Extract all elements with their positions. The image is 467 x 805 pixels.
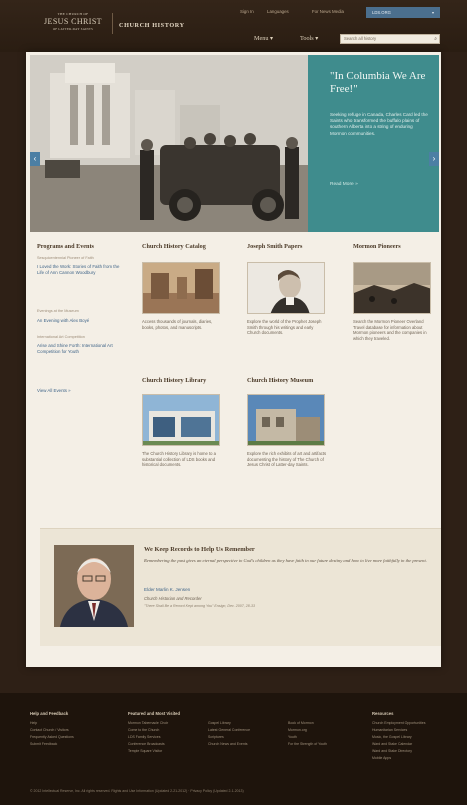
footer-link[interactable]: Contact Church / Visitors [30,728,69,732]
chevron-right-icon: » [68,388,71,393]
lds-org-button[interactable]: LDS.ORG ▾ [366,7,440,18]
footer-link[interactable]: Conference Broadcasts [128,742,165,746]
card-description: Explore the world of the Prophet Joseph … [247,319,322,336]
news-media-link[interactable]: For News Media [312,9,344,14]
logo-line3: OF LATTER-DAY SAINTS [52,27,94,32]
footer-link[interactable]: Latest General Conference [208,728,250,732]
nav-tools-label: Tools [300,35,314,42]
speaker-role: Church Historian and Recorder [144,596,202,601]
view-all-events-link[interactable]: View All Events » [37,388,125,394]
footer-link[interactable]: Scriptures [208,735,224,739]
carousel-prev-button[interactable]: ‹ [30,152,40,166]
event-link[interactable]: An Evening with Alex Boyé [37,318,125,324]
footer-heading: Help and Feedback [30,711,69,716]
footer-link[interactable]: Book of Mormon [288,721,314,725]
event-link[interactable]: I Loved the Work: Stories of Faith from … [37,264,125,276]
card-description: Access thousands of journals, diaries, b… [142,319,213,330]
events-heading: Programs and Events [37,243,94,250]
church-logo[interactable]: THE CHURCH OF JESUS CHRIST OF LATTER-DAY… [38,12,108,35]
search-icon[interactable]: ⌕ [434,35,437,43]
footer-link[interactable]: LDS Family Services [128,735,160,739]
footer-link[interactable]: Humanitarian Services [372,728,407,732]
chevron-left-icon: ‹ [33,154,37,163]
copyright-text: © 2012 Intellectual Reserve, Inc. All ri… [30,789,244,793]
footer-link[interactable]: Mormon.org [288,728,307,732]
languages-link[interactable]: Languages [267,9,289,14]
footer-link[interactable]: Youth [288,735,297,739]
event-link[interactable]: Arise and Shine Forth: International Art… [37,343,125,355]
card-description: Search the Mormon Pioneer Overland Trave… [353,319,427,342]
read-more-link[interactable]: Read More » [330,182,358,187]
footer-link[interactable]: Ward and Stake Directory [372,749,412,753]
card-title[interactable]: Church History Library [142,377,206,384]
sign-in-link[interactable]: Sign In [240,9,254,14]
quote-source: "There Shall Be a Record Kept among You"… [144,604,255,608]
nav-tools[interactable]: Tools ▾ [300,35,318,42]
view-all-events-label: View All Events [37,388,67,393]
footer-heading: Resources [372,711,394,716]
event-category: Evenings at the Museum [37,309,79,313]
event-category: International Art Competition [37,335,85,339]
read-more-label: Read More [330,182,354,187]
card-description: Explore the rich exhibits of art and art… [247,451,327,468]
footer-link[interactable]: Church News and Events [208,742,248,746]
footer-heading: Featured and Most Visited [128,711,181,716]
chevron-right-icon: › [432,154,436,163]
library-image[interactable] [142,394,220,446]
nav-menu-label: Menu [254,35,269,42]
lds-org-label: LDS.ORG [372,10,391,15]
carousel-next-button[interactable]: › [429,152,439,166]
catalog-image[interactable] [142,262,220,314]
card-title[interactable]: Joseph Smith Papers [247,243,302,250]
footer-link[interactable]: Music, the Gospel Library [372,735,412,739]
footer-link[interactable]: Mobile Apps [372,756,391,760]
event-category: Sesquicentennial Pioneer of Faith [37,256,94,260]
quote-title: We Keep Records to Help Us Remember [144,546,255,553]
card-title[interactable]: Church History Catalog [142,243,206,250]
chevron-right-icon: » [355,182,358,187]
footer-link[interactable]: Help [30,721,37,725]
footer-link[interactable]: Mormon Tabernacle Choir [128,721,168,725]
joseph-smith-portrait[interactable] [247,262,325,314]
footer-link[interactable]: Ward and Stake Calendar [372,742,412,746]
card-title[interactable]: Mormon Pioneers [353,243,401,250]
footer-link[interactable]: For the Strength of Youth [288,742,327,746]
museum-image[interactable] [247,394,325,446]
footer-link[interactable]: Frequently Asked Questions [30,735,74,739]
footer-link[interactable]: Gospel Library [208,721,231,725]
search-placeholder: Search all history [344,36,377,41]
hero-description: Seeking refuge in Canada, Charles Card l… [330,112,428,136]
quote-body: Remembering the past gives an eternal pe… [144,558,427,563]
card-title[interactable]: Church History Museum [247,377,313,384]
nav-menu[interactable]: Menu ▾ [254,35,273,42]
search-input[interactable]: Search all history ⌕ [340,34,440,44]
logo-line1: THE CHURCH OF [57,12,89,16]
site-title[interactable]: CHURCH HISTORY [119,22,185,29]
chevron-down-icon: ▾ [431,10,434,15]
card-description: The Church History Library is home to a … [142,451,217,468]
footer-link[interactable]: Church Employment Opportunities [372,721,426,725]
speaker-name[interactable]: Elder Marlin K. Jensen [144,587,190,592]
pioneers-image[interactable] [353,262,431,314]
chevron-down-icon: ▾ [269,35,274,42]
footer-link[interactable]: Submit Feedback [30,742,57,746]
logo-line2: JESUS CHRIST [44,17,102,27]
hero-heading[interactable]: "In Columbia We Are Free!" [330,70,430,96]
chevron-down-icon: ▾ [315,35,319,42]
logo-divider [112,13,113,34]
marlin-jensen-portrait [54,545,134,627]
footer-link[interactable]: Come to the Church [128,728,159,732]
footer-link[interactable]: Temple Square Visitor [128,749,162,753]
